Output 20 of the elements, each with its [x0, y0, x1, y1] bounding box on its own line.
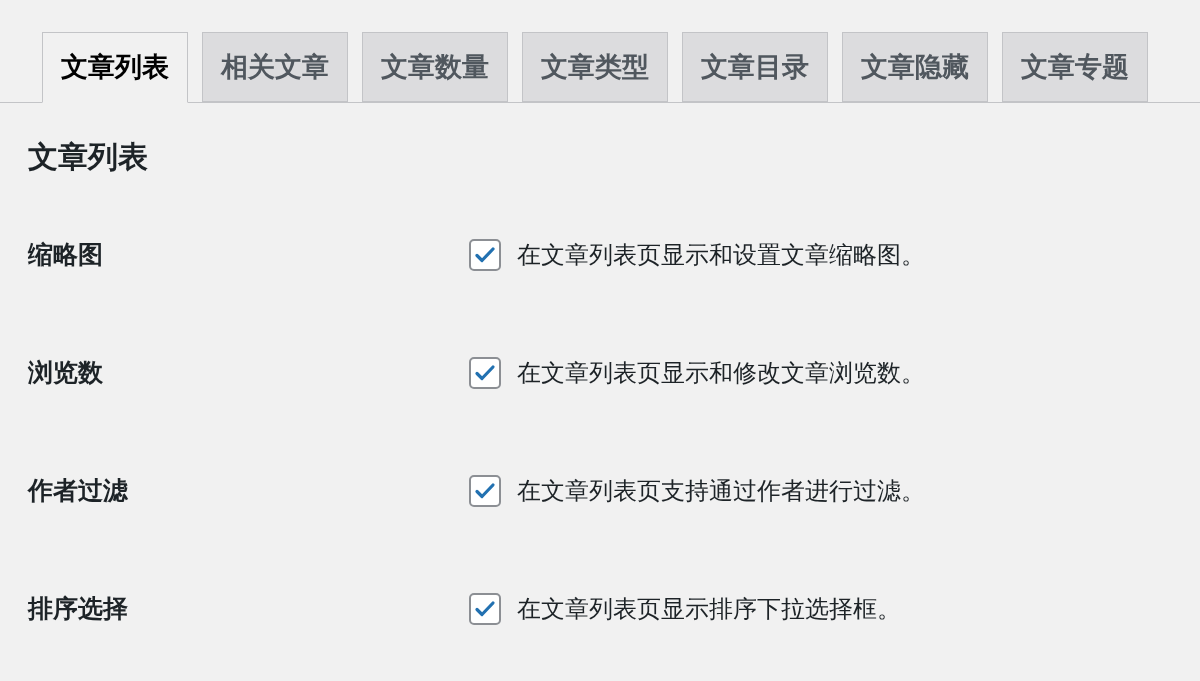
tab[interactable]: 文章列表 — [42, 32, 188, 103]
tab[interactable]: 文章类型 — [522, 32, 668, 102]
setting-label: 浏览数 — [28, 357, 104, 389]
checkbox[interactable] — [469, 357, 501, 389]
tab[interactable]: 文章专题 — [1002, 32, 1148, 102]
tab[interactable]: 文章数量 — [362, 32, 508, 102]
section-heading: 文章列表 — [28, 139, 148, 175]
checkbox[interactable] — [469, 593, 501, 625]
tab[interactable]: 文章目录 — [682, 32, 828, 102]
setting-label: 排序选择 — [28, 593, 129, 625]
setting-label: 缩略图 — [28, 239, 104, 271]
setting-description: 在文章列表页显示和设置文章缩略图。 — [517, 240, 925, 270]
setting-description: 在文章列表页支持通过作者进行过滤。 — [517, 476, 925, 506]
setting-description: 在文章列表页显示排序下拉选择框。 — [517, 594, 901, 624]
tab[interactable]: 文章隐藏 — [842, 32, 988, 102]
checkbox[interactable] — [469, 239, 501, 271]
setting-description: 在文章列表页显示和修改文章浏览数。 — [517, 358, 925, 388]
tab[interactable]: 相关文章 — [202, 32, 348, 102]
setting-label: 作者过滤 — [28, 475, 129, 507]
checkbox[interactable] — [469, 475, 501, 507]
